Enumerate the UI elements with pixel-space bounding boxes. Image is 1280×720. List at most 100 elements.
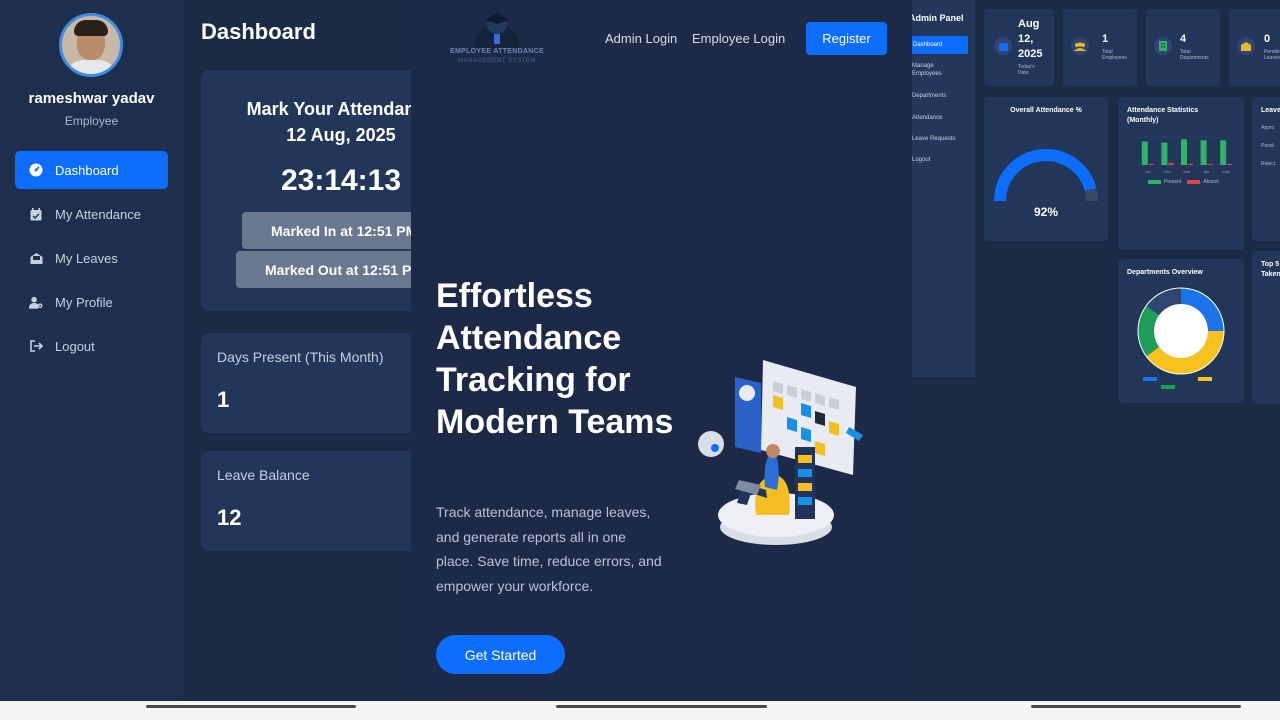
attendance-date: 12 Aug, 2025 (286, 125, 396, 145)
kpi-card-departments: 4 Total Departments (1146, 9, 1220, 86)
top-leaves-card: Top 5 Taken (1252, 251, 1280, 404)
top-leaves-title: Top 5 Taken (1261, 261, 1280, 278)
attendance-percent: 92% (1033, 205, 1059, 219)
sidebar-item-label: My Profile (55, 294, 113, 310)
kpi-card-employees: 1 Total Employees (1063, 9, 1137, 86)
donut-slice (1138, 305, 1160, 357)
overall-attendance-card: Overall Attendance % 92% (984, 97, 1108, 241)
home-indicator[interactable] (556, 705, 767, 708)
sidebar-item-dashboard[interactable]: Dashboard (15, 151, 168, 189)
logo-subtext: MANAGEMENT SYSTEM (458, 58, 536, 64)
legend-swatch (1143, 377, 1157, 381)
days-present-label: Days Present (This Month) (217, 349, 384, 365)
hero-title: Effortless Attendance Tracking for Moder… (436, 277, 674, 441)
attendance-statistics-card: Attendance Statistics (Monthly) Jan Feb Ma… (1118, 97, 1244, 250)
landing-page-screen: EMPLOYEE ATTENDANCE MANAGEMENT SYSTEM Ad… (411, 0, 912, 701)
mark-attendance-card: Mark Your Attendance 12 Aug, 2025 23:14:… (201, 70, 411, 311)
logo[interactable]: EMPLOYEE ATTENDANCE MANAGEMENT SYSTEM (445, 8, 549, 66)
leave-balance-label: Leave Balance (217, 467, 310, 483)
envelope-icon (1237, 37, 1255, 55)
leave-balance-card: Leave Balance 12 (201, 451, 411, 551)
page-title: Dashboard (201, 19, 316, 44)
kpi-label: Today's Date (1018, 64, 1035, 76)
bar-absent (1168, 162, 1174, 165)
admin-nav-dashboard[interactable]: Dashboard (912, 36, 968, 54)
kpi-value: 4 (1180, 33, 1187, 45)
sidebar-item-my-attendance[interactable]: My Attendance (15, 195, 168, 233)
days-present-card: Days Present (This Month) 1 (201, 333, 411, 433)
get-started-button[interactable]: Get Started (436, 635, 565, 674)
leave-balance-value: 12 (217, 505, 242, 530)
leave-summary-title: Leave (1261, 107, 1280, 114)
kpi-value: 12, (1018, 33, 1034, 45)
logo-emblem (474, 12, 520, 48)
calendar-icon (994, 37, 1012, 55)
marked-out-button[interactable]: Marked Out at 12:51 PM (236, 251, 411, 288)
legend-swatch-present (1148, 180, 1161, 184)
sidebar-item-my-leaves[interactable]: My Leaves (15, 239, 168, 277)
user-role: Employee (64, 114, 119, 128)
home-indicator[interactable] (1031, 705, 1241, 708)
sidebar: rameshwar yadav Employee Dashboard My At… (0, 0, 183, 701)
logo-text: EMPLOYEE ATTENDANCE (450, 48, 544, 55)
departments-overview-title: Departments Overview (1127, 269, 1203, 276)
kpi-label: Pending Leaves (1264, 49, 1280, 61)
days-present-value: 1 (217, 387, 230, 412)
register-button[interactable]: Register (806, 22, 887, 55)
bar-present (1141, 141, 1148, 165)
bar-absent (1207, 163, 1213, 165)
employee-login-link[interactable]: Employee Login (692, 31, 785, 46)
admin-nav-departments[interactable]: Departments (912, 92, 946, 100)
donut-hole (1154, 304, 1208, 358)
gauge-segment (1084, 188, 1098, 202)
attendance-card-title: Mark Your Attendance (246, 99, 411, 119)
admin-panel-title: Admin Panel (912, 13, 964, 23)
admin-nav-leave-requests[interactable]: Leave Requests (912, 135, 955, 143)
kpi-value: 2025 (1018, 48, 1043, 60)
bar-present (1161, 142, 1168, 165)
legend-label: Present (1164, 179, 1182, 185)
leave-summary-card: Leave Appro Pendi Reject (1252, 97, 1280, 241)
envelope-open-icon (29, 251, 43, 265)
kpi-value: 1 (1102, 33, 1109, 45)
hero-illustration (698, 360, 863, 545)
leave-row-rejected: Reject (1261, 161, 1276, 167)
live-clock: 23:14:13 (280, 164, 402, 197)
kpi-label: Total Employees (1102, 49, 1127, 61)
bar-present (1181, 139, 1187, 165)
departments-donut-chart (1137, 287, 1225, 375)
sidebar-item-label: My Leaves (55, 250, 118, 266)
avatar (59, 13, 123, 77)
sidebar-item-my-profile[interactable]: My Profile (15, 283, 168, 321)
overall-attendance-title: Overall Attendance % (1010, 107, 1082, 114)
admin-dashboard-screen: Admin Panel Dashboard Manage Employees D… (912, 0, 1280, 701)
sign-out-icon (29, 339, 43, 353)
admin-sidebar: Admin Panel Dashboard Manage Employees D… (912, 0, 975, 377)
marked-in-button[interactable]: Marked In at 12:51 PM (242, 212, 411, 249)
x-tick-label: Feb (1164, 169, 1172, 174)
bottom-strip (0, 701, 1280, 720)
home-indicator[interactable] (146, 705, 356, 708)
kpi-card-pending-leaves: 0 Pending Leaves (1229, 9, 1280, 86)
users-icon (1071, 37, 1089, 55)
hero-subtitle: Track attendance, manage leaves, and gen… (436, 504, 662, 594)
sidebar-item-logout[interactable]: Logout (15, 327, 168, 365)
admin-nav-attendance[interactable]: Attendance (912, 114, 942, 122)
calendar-check-icon (29, 207, 43, 221)
chart-legend: Present Absent (1148, 179, 1219, 185)
attendance-statistics-title: Attendance Statistics (Monthly) (1127, 107, 1199, 124)
x-tick-label: Mar (1184, 169, 1192, 174)
gauge-icon (29, 163, 43, 177)
admin-nav-manage-employees[interactable]: Manage Employees (912, 62, 952, 78)
x-tick-label: Jan (1145, 169, 1151, 174)
legend-swatch (1161, 385, 1175, 389)
sidebar-item-label: Logout (55, 338, 95, 354)
admin-nav-logout[interactable]: Logout (912, 156, 930, 164)
kpi-value: 0 (1264, 33, 1271, 45)
legend-swatch-absent (1187, 180, 1201, 184)
leave-row-pending: Pendi (1261, 143, 1274, 149)
bar-present (1200, 140, 1207, 165)
leave-row-approved: Appro (1261, 125, 1275, 131)
legend-label: Absent (1203, 179, 1219, 185)
admin-login-link[interactable]: Admin Login (605, 31, 677, 46)
